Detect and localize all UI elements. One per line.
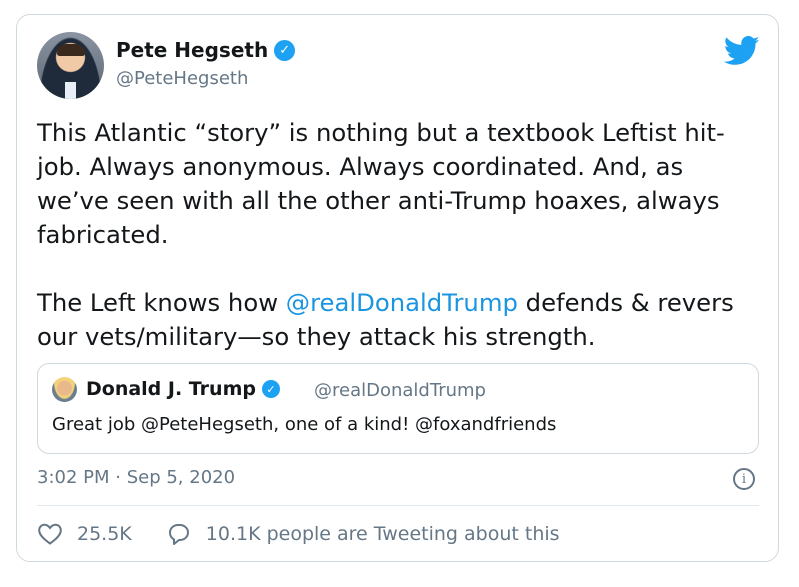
quoted-author-handle: @realDonaldTrump bbox=[314, 380, 486, 401]
tweet-paragraph-1: This Atlantic “story” is nothing but a t… bbox=[37, 118, 725, 249]
author-name[interactable]: Pete Hegseth ✓ bbox=[116, 38, 296, 62]
like-count: 25.5K bbox=[77, 523, 132, 545]
heart-icon bbox=[38, 523, 62, 545]
twitter-bird-icon[interactable] bbox=[724, 36, 760, 66]
tweet-paragraph-2: The Left knows how @realDonaldTrump defe… bbox=[37, 286, 757, 354]
mention-link[interactable]: @realDonaldTrump bbox=[286, 288, 518, 317]
speech-bubble-icon bbox=[168, 524, 189, 545]
quoted-author-name: Donald J. Trump ✓ bbox=[86, 378, 280, 400]
like-button[interactable]: 25.5K bbox=[37, 522, 132, 546]
avatar-shirt bbox=[65, 82, 76, 99]
tweet-text-segment: The Left knows how bbox=[37, 288, 286, 317]
tweet-actions: 25.5K 10.1K people are Tweeting about th… bbox=[37, 522, 560, 546]
divider bbox=[37, 505, 759, 506]
author-handle[interactable]: @PeteHegseth bbox=[116, 68, 248, 89]
tweet-text: This Atlantic “story” is nothing but a t… bbox=[37, 116, 757, 354]
quoted-author-name-label: Donald J. Trump bbox=[86, 378, 256, 400]
tweet-timestamp[interactable]: 3:02 PM · Sep 5, 2020 bbox=[37, 467, 235, 488]
avatar-hair bbox=[57, 44, 85, 56]
tweeting-count: 10.1K people are Tweeting about this bbox=[205, 523, 560, 545]
verified-badge-icon: ✓ bbox=[261, 380, 280, 398]
quoted-avatar bbox=[52, 377, 77, 402]
quoted-tweet-text: Great job @PeteHegseth, one of a kind! @… bbox=[52, 414, 557, 435]
reply-button[interactable]: 10.1K people are Tweeting about this bbox=[166, 522, 560, 546]
author-avatar[interactable] bbox=[37, 32, 104, 99]
verified-badge-icon: ✓ bbox=[274, 39, 296, 61]
quoted-tweet[interactable]: Donald J. Trump ✓ @realDonaldTrump Great… bbox=[37, 363, 759, 454]
info-icon[interactable]: i bbox=[733, 468, 755, 490]
author-name-label: Pete Hegseth bbox=[116, 38, 269, 62]
